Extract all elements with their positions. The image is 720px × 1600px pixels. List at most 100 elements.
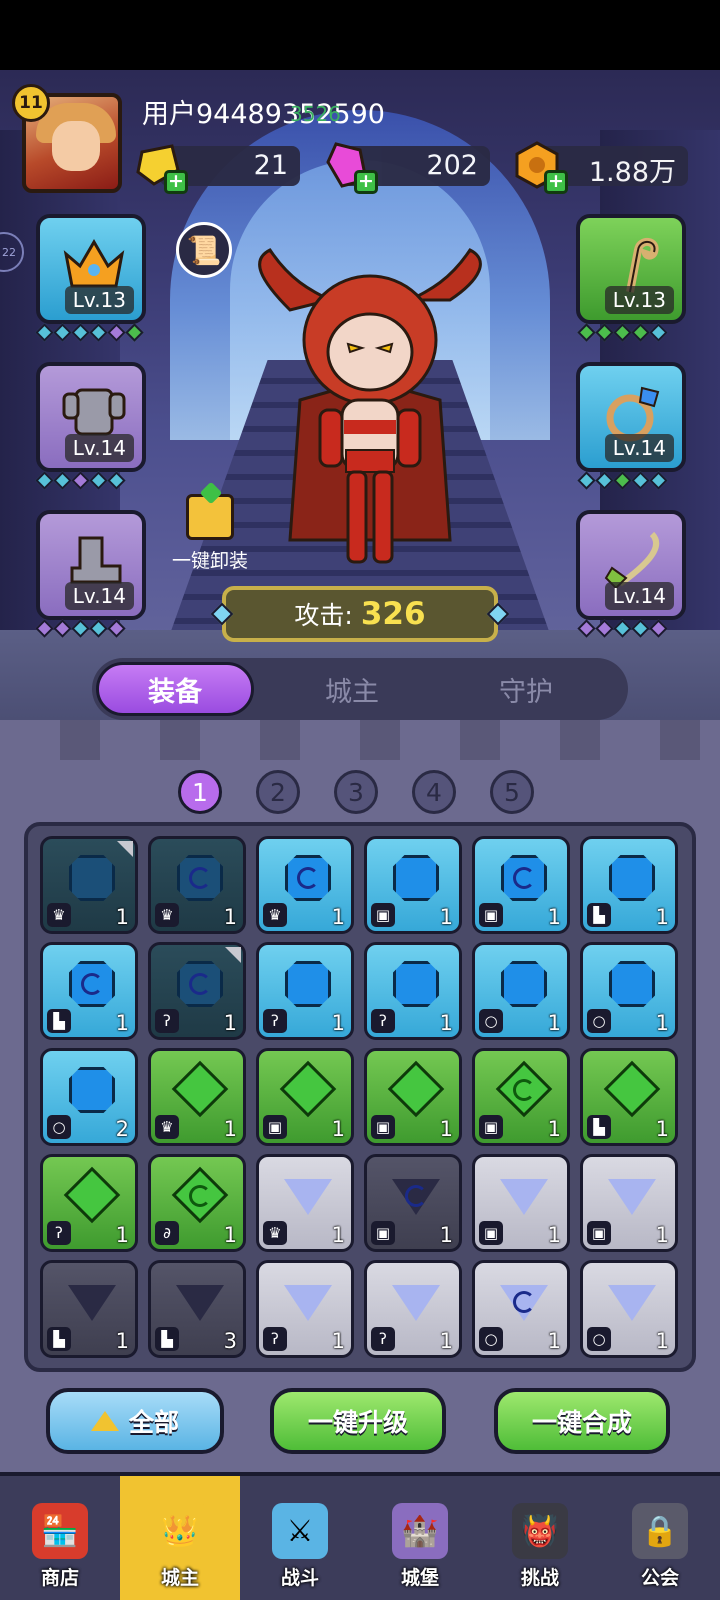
one-click-upgrade-button[interactable]: 一键升级 bbox=[270, 1388, 446, 1454]
page-button-1[interactable]: 1 bbox=[178, 770, 222, 814]
scroll-icon[interactable]: 📜 bbox=[176, 222, 232, 278]
inventory-item[interactable]: ▣ 1 bbox=[256, 1048, 354, 1146]
equip-slot-necklace[interactable]: Lv.14 bbox=[576, 510, 686, 620]
tri-gem-icon bbox=[284, 1179, 332, 1215]
inventory-item[interactable]: ▣ 1 bbox=[364, 836, 462, 934]
item-count: 1 bbox=[331, 1117, 345, 1141]
tri-gem-icon bbox=[608, 1285, 656, 1321]
item-count: 3 bbox=[223, 1329, 237, 1353]
filter-all-button[interactable]: 全部 bbox=[46, 1388, 224, 1454]
item-count: 1 bbox=[331, 1011, 345, 1035]
panel-battlement bbox=[0, 720, 720, 760]
ring-slot-icon: ○ bbox=[587, 1009, 611, 1033]
swirl-icon bbox=[513, 1291, 535, 1313]
inventory-item[interactable]: ▣ 1 bbox=[364, 1154, 462, 1252]
tab-equipment[interactable]: 装备 bbox=[96, 662, 254, 716]
inventory-item[interactable]: ▣ 1 bbox=[580, 1154, 678, 1252]
diamond-gem-icon bbox=[387, 1060, 445, 1118]
inventory-item[interactable]: ♛ 1 bbox=[256, 1154, 354, 1252]
item-count: 1 bbox=[223, 1223, 237, 1247]
corner-marker-icon bbox=[117, 841, 133, 857]
add-gold-gem-button[interactable]: + bbox=[164, 170, 188, 194]
swirl-icon bbox=[297, 867, 319, 889]
page-button-2[interactable]: 2 bbox=[256, 770, 300, 814]
add-coin-button[interactable]: + bbox=[544, 170, 568, 194]
equip-stars-necklace bbox=[577, 619, 668, 638]
ring-slot-icon: ○ bbox=[479, 1327, 503, 1351]
inventory-item[interactable]: ʔ1 bbox=[40, 1154, 138, 1252]
item-count: 1 bbox=[223, 905, 237, 929]
shop-icon: 🏪 bbox=[32, 1503, 88, 1559]
inventory-item[interactable]: ○ 1 bbox=[580, 1260, 678, 1358]
inventory-item[interactable]: ♛ 1 bbox=[40, 836, 138, 934]
inventory-item[interactable]: ♛ 1 bbox=[148, 836, 246, 934]
page-selector: 1 2 3 4 5 bbox=[170, 770, 550, 820]
item-count: 1 bbox=[547, 1329, 561, 1353]
nav-challenge[interactable]: 👹 挑战 bbox=[480, 1476, 600, 1600]
inventory-item[interactable]: ○ 1 bbox=[580, 942, 678, 1040]
armor-slot-icon: ▣ bbox=[479, 1115, 503, 1139]
battle-icon: ⚔ bbox=[272, 1503, 328, 1559]
castle-icon: 🏰 bbox=[392, 1503, 448, 1559]
inventory-item[interactable]: ♛ 1 bbox=[148, 1048, 246, 1146]
inventory-item[interactable]: ∂ 1 bbox=[148, 1154, 246, 1252]
equip-slot-armor[interactable]: Lv.14 bbox=[36, 362, 146, 472]
one-click-merge-button[interactable]: 一键合成 bbox=[494, 1388, 670, 1454]
item-count: 1 bbox=[547, 905, 561, 929]
nav-label: 挑战 bbox=[520, 1567, 559, 1589]
staff-slot-icon: ʔ bbox=[371, 1327, 395, 1351]
coin-icon[interactable]: + bbox=[512, 140, 568, 194]
nav-battle[interactable]: ⚔ 战斗 bbox=[240, 1476, 360, 1600]
item-count: 1 bbox=[655, 1223, 669, 1247]
swirl-icon bbox=[513, 1079, 535, 1101]
page-button-5[interactable]: 5 bbox=[490, 770, 534, 814]
unequip-all-button[interactable]: 一键卸装 bbox=[160, 494, 260, 573]
equip-slot-staff[interactable]: Lv.13 bbox=[576, 214, 686, 324]
equip-slot-crown[interactable]: Lv.13 bbox=[36, 214, 146, 324]
page-button-3[interactable]: 3 bbox=[334, 770, 378, 814]
item-count: 1 bbox=[439, 1117, 453, 1141]
player-level-badge: 11 bbox=[12, 84, 50, 122]
staff-slot-icon: ʔ bbox=[47, 1221, 71, 1245]
inventory-item[interactable]: ○ 1 bbox=[472, 942, 570, 1040]
inventory-item[interactable]: ▣ 1 bbox=[472, 1154, 570, 1252]
equip-level: Lv.14 bbox=[64, 434, 134, 462]
equip-slot-ring[interactable]: Lv.14 bbox=[576, 362, 686, 472]
inventory-item[interactable]: ▣ 1 bbox=[472, 1048, 570, 1146]
nav-shop[interactable]: 🏪 商店 bbox=[0, 1476, 120, 1600]
equip-slot-boot[interactable]: Lv.14 bbox=[36, 510, 146, 620]
inventory-item[interactable]: ʔ1 bbox=[256, 942, 354, 1040]
inventory-item[interactable]: ʔ1 bbox=[364, 1260, 462, 1358]
inventory-item[interactable]: ▙ 1 bbox=[580, 836, 678, 934]
nav-label: 城堡 bbox=[400, 1567, 439, 1589]
page-button-4[interactable]: 4 bbox=[412, 770, 456, 814]
inventory-item[interactable]: ▣ 1 bbox=[364, 1048, 462, 1146]
item-count: 1 bbox=[655, 1329, 669, 1353]
inventory-item[interactable]: ○ 2 bbox=[40, 1048, 138, 1146]
inventory-item[interactable]: ○ 1 bbox=[472, 1260, 570, 1358]
inventory-item[interactable]: ʔ1 bbox=[256, 1260, 354, 1358]
inventory-item[interactable]: ▙ 1 bbox=[40, 1260, 138, 1358]
inventory-item[interactable]: ▙ 1 bbox=[580, 1048, 678, 1146]
item-count: 1 bbox=[115, 1329, 129, 1353]
inventory-item[interactable]: ♛ 1 bbox=[256, 836, 354, 934]
pink-gem-icon[interactable]: + bbox=[322, 140, 378, 194]
swirl-icon bbox=[81, 973, 103, 995]
necklace-slot-icon: ∂ bbox=[155, 1221, 179, 1245]
item-count: 2 bbox=[115, 1117, 129, 1141]
inventory-item[interactable]: ▙ 3 bbox=[148, 1260, 246, 1358]
inventory-item[interactable]: ʔ1 bbox=[364, 942, 462, 1040]
inventory-item[interactable]: ▣ 1 bbox=[472, 836, 570, 934]
equip-stars-crown bbox=[35, 323, 144, 342]
tab-lord[interactable]: 城主 bbox=[282, 658, 422, 720]
nav-lord[interactable]: 👑 城主 bbox=[120, 1476, 240, 1600]
nav-castle[interactable]: 🏰 城堡 bbox=[360, 1476, 480, 1600]
inventory-item[interactable]: ▙ 1 bbox=[40, 942, 138, 1040]
add-pink-gem-button[interactable]: + bbox=[354, 170, 378, 194]
gold-gem-icon[interactable]: + bbox=[132, 140, 188, 194]
ring-slot-icon: ○ bbox=[47, 1115, 71, 1139]
inventory-item[interactable]: ʔ1 bbox=[148, 942, 246, 1040]
tab-guard[interactable]: 守护 bbox=[456, 658, 596, 720]
nav-guild[interactable]: 🔒 公会 bbox=[600, 1476, 720, 1600]
challenge-icon: 👹 bbox=[512, 1503, 568, 1559]
